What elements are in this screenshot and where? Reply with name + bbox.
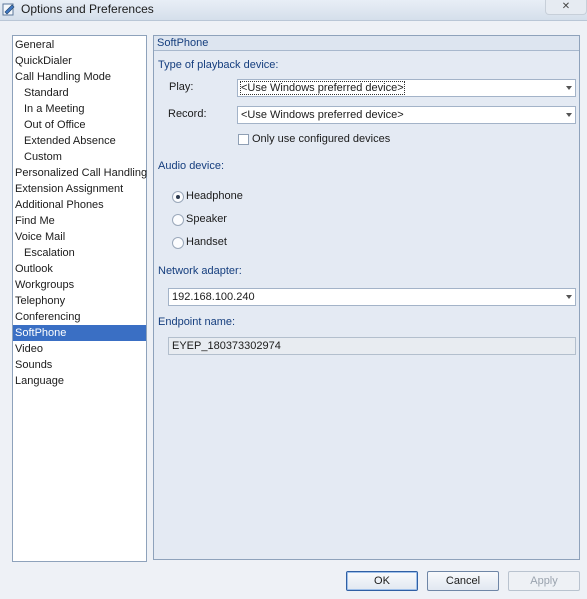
speaker-label[interactable]: Speaker (186, 213, 227, 225)
panel-header: SoftPhone (154, 36, 579, 51)
nav-item-sounds[interactable]: Sounds (13, 357, 146, 373)
close-icon: ✕ (561, 1, 571, 12)
nav-item-telephony[interactable]: Telephony (13, 293, 146, 309)
record-device-dropdown[interactable]: <Use Windows preferred device> (237, 106, 576, 124)
chevron-down-icon (566, 86, 572, 90)
apply-button: Apply (508, 571, 580, 591)
play-device-value: <Use Windows preferred device> (240, 81, 405, 95)
nav-item-video[interactable]: Video (13, 341, 146, 357)
playback-device-section-label: Type of playback device: (158, 59, 279, 71)
softphone-settings-panel: SoftPhone Type of playback device: Play:… (153, 35, 580, 560)
nav-item-voice-mail[interactable]: Voice Mail (13, 229, 146, 245)
endpoint-name-field: EYEP_180373302974 (168, 337, 576, 355)
audio-device-section-label: Audio device: (158, 160, 225, 172)
title-bar: Options and Preferences ✕ (0, 0, 587, 21)
endpoint-name-section-label: Endpoint name: (158, 316, 236, 328)
handset-label[interactable]: Handset (186, 236, 227, 248)
nav-item-extension-assignment[interactable]: Extension Assignment (13, 181, 146, 197)
nav-item-personalized-call-handling[interactable]: Personalized Call Handling (13, 165, 147, 181)
nav-item-escalation[interactable]: Escalation (13, 245, 146, 261)
nav-item-additional-phones[interactable]: Additional Phones (13, 197, 146, 213)
nav-item-outlook[interactable]: Outlook (13, 261, 146, 277)
options-app-icon (2, 3, 15, 16)
only-configured-devices-checkbox[interactable] (238, 134, 249, 145)
cancel-button[interactable]: Cancel (427, 571, 499, 591)
only-configured-devices-label[interactable]: Only use configured devices (252, 133, 390, 145)
play-label: Play: (169, 81, 194, 93)
options-navigation-list: General QuickDialer Call Handling Mode S… (12, 35, 147, 562)
ok-button[interactable]: OK (346, 571, 418, 591)
record-label: Record: (168, 108, 207, 120)
window-title: Options and Preferences (21, 2, 154, 16)
record-device-value: <Use Windows preferred device> (241, 109, 404, 121)
chevron-down-icon (566, 113, 572, 117)
nav-item-in-a-meeting[interactable]: In a Meeting (13, 101, 146, 117)
nav-item-find-me[interactable]: Find Me (13, 213, 146, 229)
nav-item-extended-absence[interactable]: Extended Absence (13, 133, 146, 149)
nav-item-call-handling-mode[interactable]: Call Handling Mode (13, 69, 146, 85)
handset-radio[interactable] (172, 237, 184, 249)
play-device-dropdown[interactable]: <Use Windows preferred device> (237, 79, 576, 97)
close-button[interactable]: ✕ (545, 0, 587, 15)
network-adapter-section-label: Network adapter: (158, 265, 242, 277)
nav-item-standard[interactable]: Standard (13, 85, 146, 101)
nav-item-conferencing[interactable]: Conferencing (13, 309, 146, 325)
headphone-radio[interactable] (172, 191, 184, 203)
nav-item-workgroups[interactable]: Workgroups (13, 277, 146, 293)
speaker-radio[interactable] (172, 214, 184, 226)
nav-item-custom[interactable]: Custom (13, 149, 146, 165)
nav-item-general[interactable]: General (13, 37, 146, 53)
network-adapter-value: 192.168.100.240 (172, 291, 255, 303)
nav-item-out-of-office[interactable]: Out of Office (13, 117, 146, 133)
endpoint-name-value: EYEP_180373302974 (172, 340, 281, 352)
nav-item-language[interactable]: Language (13, 373, 146, 389)
nav-item-softphone[interactable]: SoftPhone (13, 325, 146, 341)
network-adapter-dropdown[interactable]: 192.168.100.240 (168, 288, 576, 306)
chevron-down-icon (566, 295, 572, 299)
nav-item-quickdialer[interactable]: QuickDialer (13, 53, 146, 69)
headphone-label[interactable]: Headphone (186, 190, 243, 202)
